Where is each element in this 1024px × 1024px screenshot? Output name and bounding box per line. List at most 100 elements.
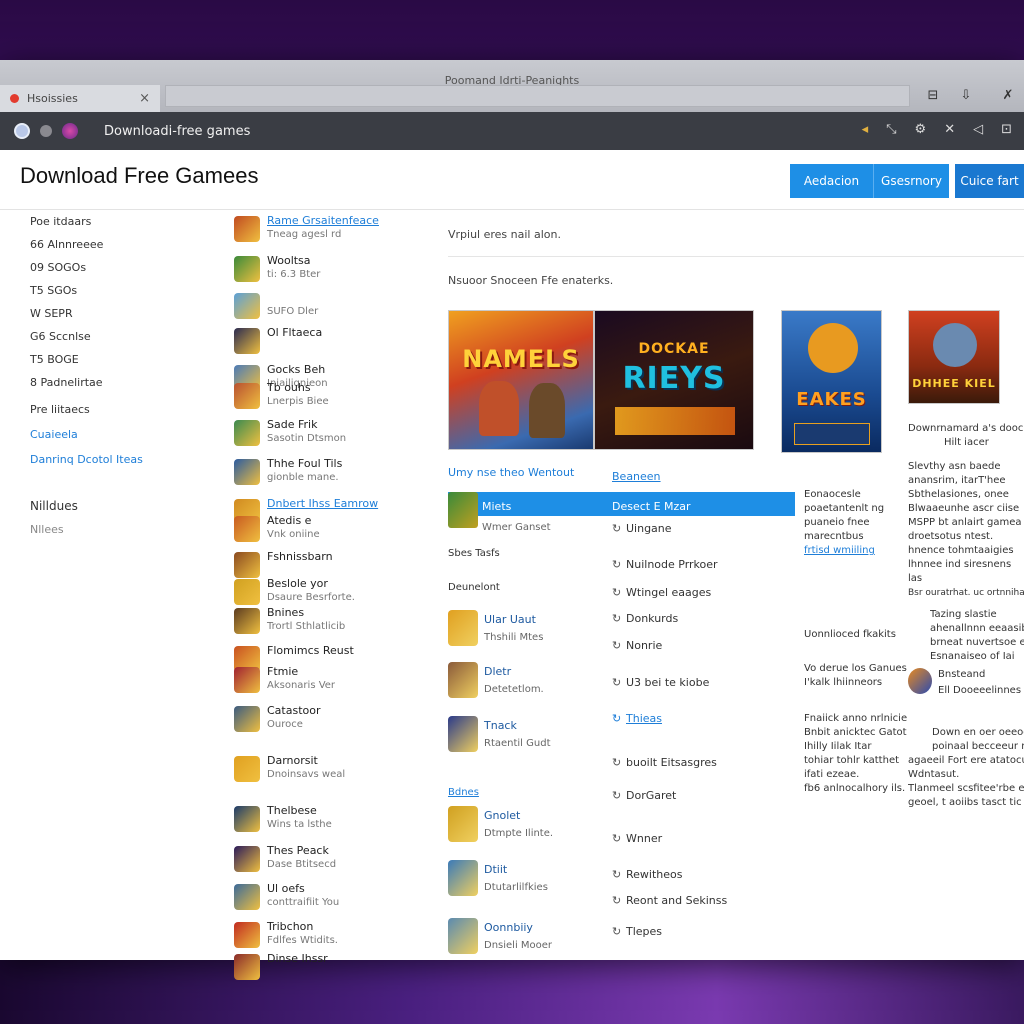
header-button-1[interactable]: Aedacion [790, 164, 874, 198]
section-sub[interactable]: Nllees [30, 518, 210, 541]
game-list-item[interactable]: Tb ouhs Lnerpis Biee [234, 381, 434, 418]
category-item[interactable]: T5 BOGE [30, 348, 210, 371]
category-item[interactable]: 09 SOGOs [30, 256, 210, 279]
option-item[interactable]: Wtingel eaages [626, 586, 711, 599]
category-item[interactable]: Poe itdaars [30, 210, 210, 233]
group-label[interactable]: Bdnes [448, 787, 479, 798]
option-item[interactable]: U3 bei te kiobe [626, 676, 709, 689]
option-item[interactable]: Thieas [626, 712, 662, 725]
tab-close-icon[interactable]: × [139, 91, 150, 106]
game-title[interactable]: Rame Grsaitenfeace [267, 214, 379, 227]
game-list-item[interactable]: Thhe Foul Tils gionble mane. [234, 457, 434, 494]
close-window-icon[interactable]: ✗ [997, 88, 1019, 108]
banner-subtitle: DOCKAE [638, 341, 710, 357]
game-subtitle: Rtaentil Gudt [484, 738, 551, 749]
featured-banner-4[interactable]: DHHEE KIEL [908, 310, 1000, 404]
game-list-item[interactable]: SUFO Dler [234, 291, 434, 328]
shield-icon[interactable] [14, 123, 30, 139]
category-link[interactable]: Cuaieela [30, 423, 210, 446]
option-item[interactable]: Uingane [626, 522, 672, 535]
game-title[interactable]: Gnolet [484, 809, 520, 822]
option-item[interactable]: Rewitheos [626, 868, 682, 881]
category-item[interactable]: 8 Padnelirtae [30, 371, 210, 394]
featured-banner-3[interactable]: EAKES [781, 310, 882, 453]
game-subtitle: SUFO Dler [267, 306, 319, 317]
info-link[interactable]: frtisd wmiiling [804, 544, 884, 558]
category-link[interactable]: Danrinq Dcotol Iteas [30, 448, 210, 471]
option-item[interactable]: Nuilnode Prrkoer [626, 558, 718, 571]
game-list-item[interactable]: Wooltsa ti: 6.3 Bter [234, 254, 434, 291]
option-item[interactable]: Donkurds [626, 612, 678, 625]
game-icon[interactable] [448, 610, 478, 646]
info-line: anansrim, itarT'hee [908, 475, 1006, 486]
expand-icon[interactable]: ⤡ [886, 122, 896, 137]
option-item[interactable]: Nonrie [626, 639, 662, 652]
header-button-2[interactable]: Gsesrnory [874, 164, 949, 198]
game-list-item[interactable]: Ul oefs conttraifiit You [234, 882, 434, 919]
option-item[interactable]: buoilt Eitsasgres [626, 756, 717, 769]
game-list-item[interactable]: Catastoor Ouroce [234, 704, 434, 741]
game-icon[interactable] [448, 860, 478, 896]
pin-icon[interactable]: ⇩ [955, 88, 977, 108]
category-item[interactable]: W SEPR [30, 302, 210, 325]
category-item[interactable]: G6 Sccnlse [30, 325, 210, 348]
browser-tab[interactable]: Hsoissies × [0, 85, 160, 112]
category-item[interactable]: 66 Alnnreeee [30, 233, 210, 256]
settings-icon[interactable] [40, 125, 52, 137]
game-subtitle: Dase Btitsecd [267, 859, 337, 870]
option-item[interactable]: Tlepes [626, 925, 662, 938]
category-sidebar: Poe itdaars 66 Alnnreeee 09 SOGOs T5 SGO… [30, 210, 210, 541]
game-list-item[interactable]: Sade Frik Sasotin Dtsmon [234, 418, 434, 455]
app-icon[interactable] [62, 123, 78, 139]
game-list-item[interactable]: Ol Fltaeca [234, 326, 434, 363]
category-item[interactable]: Pre liitaecs [30, 398, 210, 421]
game-icon [234, 884, 260, 910]
tab-favicon-icon [10, 94, 19, 103]
featured-banner-1[interactable]: NAMELS [448, 310, 594, 450]
close-icon[interactable]: ✕ [944, 122, 955, 137]
game-list-item[interactable]: Bnines Trortl Sthlatlicib [234, 606, 434, 643]
character-art [479, 381, 519, 436]
featured-banner-2[interactable]: DOCKAE RIEYS [594, 310, 754, 450]
info-line: fb6 anlnocalhory ils. [804, 783, 906, 794]
section-link[interactable]: Beaneen [612, 470, 661, 483]
game-list-item[interactable]: Dinse Ihssr [234, 952, 434, 989]
game-list-item[interactable]: Ftmie Aksonaris Ver [234, 665, 434, 702]
option-item[interactable]: Wnner [626, 832, 662, 845]
game-title[interactable]: Tnack [484, 719, 517, 732]
game-title[interactable]: Dnbert Ihss Eamrow [267, 497, 378, 510]
minimize-icon[interactable]: ⊟ [922, 88, 944, 108]
far-right-game-icon[interactable] [908, 668, 932, 694]
game-icon [234, 516, 260, 542]
gear-icon[interactable]: ⚙ [915, 122, 927, 137]
screen-icon[interactable]: ⊡ [1001, 122, 1012, 137]
game-title: Gocks Beh [267, 363, 326, 376]
section-heading[interactable]: Umy nse theo Wentout [448, 466, 574, 479]
option-item[interactable]: Reont and Sekinss [626, 894, 727, 907]
game-list-item[interactable]: Rame Grsaitenfeace Tneag agesl rd [234, 214, 434, 251]
game-icon[interactable] [448, 662, 478, 698]
header-button-3[interactable]: Cuice fart [955, 164, 1024, 198]
info-line: lhnnee ind siresnens [908, 559, 1012, 570]
game-title: Tb ouhs [267, 381, 311, 394]
back-icon[interactable]: ◂ [862, 122, 869, 137]
address-bar[interactable] [165, 85, 910, 107]
option-icon: ↻ [612, 612, 622, 625]
category-item[interactable]: T5 SGOs [30, 279, 210, 302]
previous-icon[interactable]: ◁ [973, 122, 983, 137]
game-title[interactable]: Ular Uaut [484, 613, 536, 626]
game-list-item[interactable]: Thelbese Wins ta lsthe [234, 804, 434, 841]
game-icon[interactable] [448, 918, 478, 954]
far-right-game-sub[interactable]: Ell Dooeeelinnes [938, 684, 1021, 698]
game-list-item[interactable]: Thes Peack Dase Btitsecd [234, 844, 434, 881]
game-icon[interactable] [448, 716, 478, 752]
game-list-item[interactable]: Darnorsit Dnoinsavs weal [234, 754, 434, 791]
option-item[interactable]: DorGaret [626, 789, 676, 802]
game-icon[interactable] [448, 806, 478, 842]
game-title[interactable]: Dletr [484, 665, 511, 678]
game-title: Fshnissbarn [267, 550, 333, 563]
info-line: Tazing slastie [930, 609, 997, 620]
game-title[interactable]: Dtiit [484, 863, 507, 876]
game-title[interactable]: Oonnbiiy [484, 921, 533, 934]
game-list-item[interactable]: Atedis e Vnk oniine [234, 514, 434, 551]
